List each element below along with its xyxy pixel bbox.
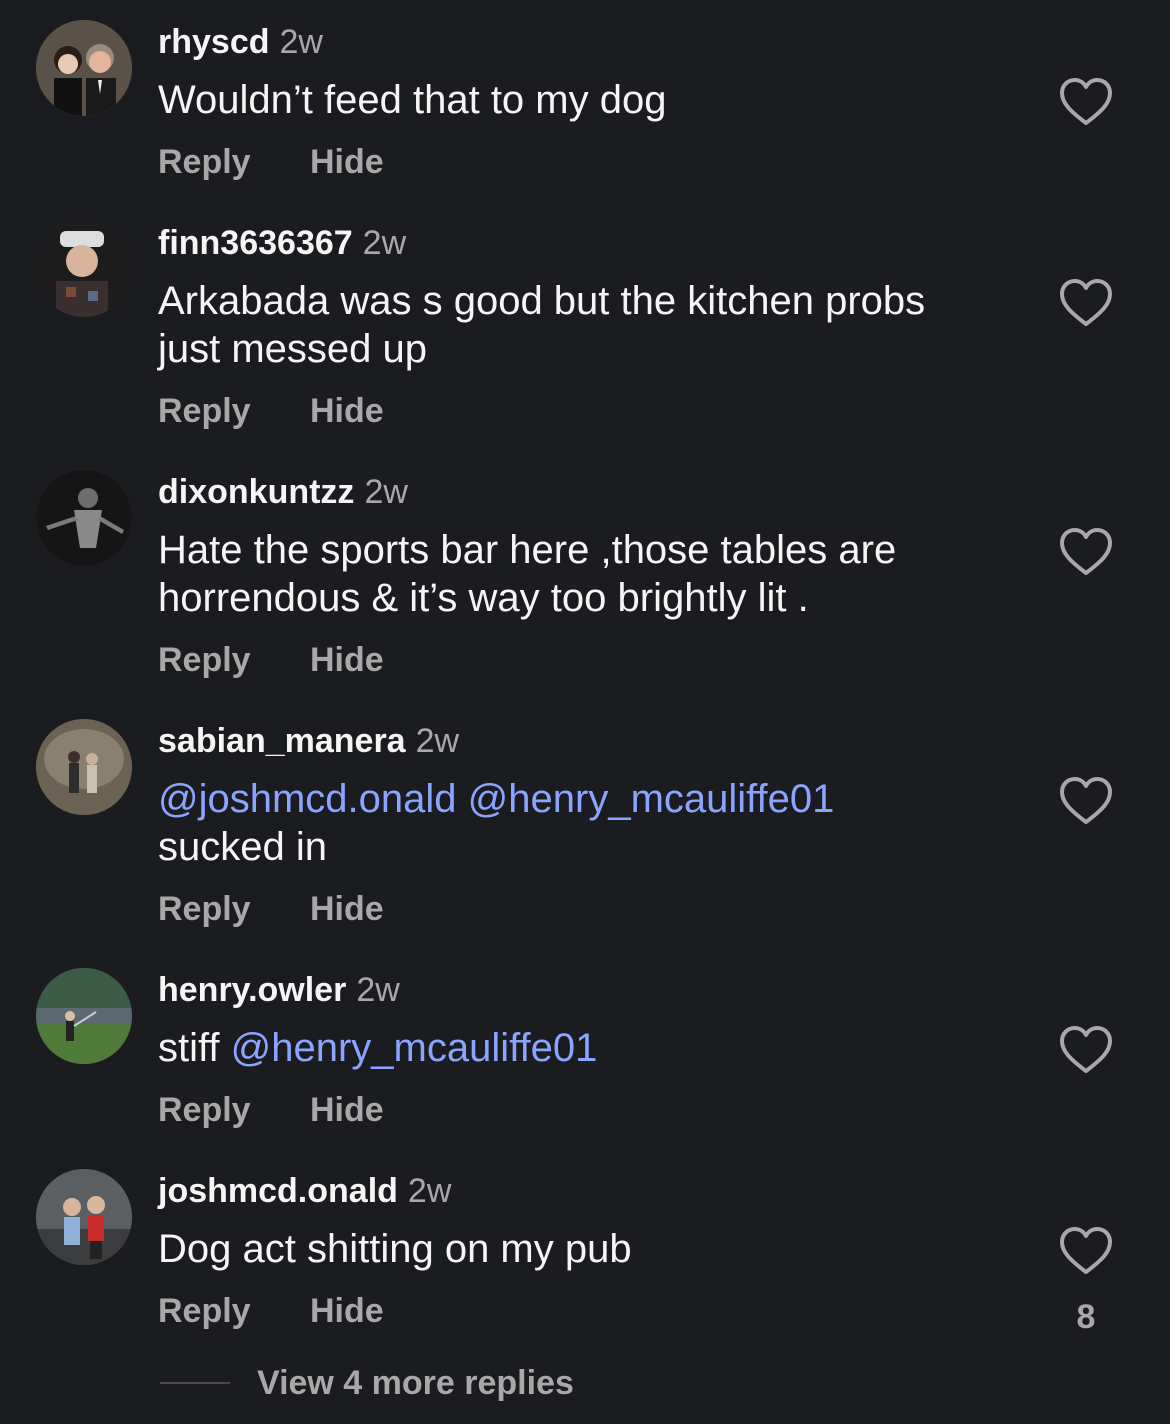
like-count: 8 (1076, 1298, 1096, 1336)
timestamp: 2w (364, 473, 408, 511)
hide-button[interactable]: Hide (310, 391, 384, 431)
reply-button[interactable]: Reply (158, 1291, 310, 1331)
comment-actions: Reply Hide (158, 889, 384, 929)
reply-button[interactable]: Reply (158, 1090, 310, 1130)
heart-icon[interactable] (1058, 277, 1114, 329)
avatar[interactable] (36, 221, 132, 317)
heart-icon[interactable] (1058, 1024, 1114, 1076)
timestamp: 2w (415, 722, 460, 760)
hide-button[interactable]: Hide (310, 1291, 384, 1331)
comment-actions: Reply Hide (158, 1291, 384, 1331)
username[interactable]: finn3636367 (158, 224, 353, 262)
heart-icon[interactable] (1058, 1225, 1114, 1277)
avatar[interactable] (36, 719, 132, 815)
comment-header: rhyscd 2w (158, 22, 323, 62)
hide-button[interactable]: Hide (310, 142, 384, 182)
comment-actions: Reply Hide (158, 640, 384, 680)
comment-header: sabian_manera 2w (158, 721, 459, 761)
comment-text: Wouldn’t feed that to my dog (158, 78, 667, 122)
comment-header: finn3636367 2w (158, 223, 406, 263)
username[interactable]: henry.owler (158, 971, 346, 1009)
username[interactable]: joshmcd.onald (158, 1172, 398, 1210)
mention-link[interactable]: @joshmcd.onald (158, 777, 457, 821)
timestamp: 2w (362, 224, 407, 262)
mention-link[interactable]: @henry_mcauliffe01 (231, 1026, 598, 1070)
comment-header: dixonkuntzz 2w (158, 472, 408, 512)
username[interactable]: dixonkuntzz (158, 473, 354, 511)
avatar[interactable] (36, 1169, 132, 1265)
comment-header: joshmcd.onald 2w (158, 1171, 451, 1211)
heart-icon[interactable] (1058, 526, 1114, 578)
comment-actions: Reply Hide (158, 391, 384, 431)
comment-text: Arkabada was s good but the kitchen prob… (158, 279, 926, 371)
comment-text-body: stiff (158, 1026, 220, 1070)
avatar[interactable] (36, 968, 132, 1064)
mention-link[interactable]: @henry_mcauliffe01 (468, 777, 835, 821)
timestamp: 2w (279, 23, 323, 61)
comment-text: Hate the sports bar here ,those tables a… (158, 528, 897, 620)
heart-icon[interactable] (1058, 76, 1114, 128)
hide-button[interactable]: Hide (310, 889, 384, 929)
comment-actions: Reply Hide (158, 1090, 384, 1130)
comment-actions: Reply Hide (158, 142, 384, 182)
timestamp: 2w (356, 971, 400, 1009)
divider-line (160, 1382, 230, 1384)
timestamp: 2w (407, 1172, 452, 1210)
avatar[interactable] (36, 470, 132, 566)
hide-button[interactable]: Hide (310, 640, 384, 680)
username[interactable]: sabian_manera (158, 722, 406, 760)
avatar[interactable] (36, 20, 132, 116)
view-more-replies-label: View 4 more replies (257, 1364, 574, 1402)
reply-button[interactable]: Reply (158, 640, 310, 680)
heart-icon[interactable] (1058, 775, 1114, 827)
username[interactable]: rhyscd (158, 23, 270, 61)
comment-header: henry.owler 2w (158, 970, 400, 1010)
comment-text: stiff @henry_mcauliffe01 (158, 1024, 1028, 1072)
comment-text: @joshmcd.onald @henry_mcauliffe01 sucked… (158, 775, 1028, 871)
hide-button[interactable]: Hide (310, 1090, 384, 1130)
reply-button[interactable]: Reply (158, 142, 310, 182)
comment-text-body: sucked in (158, 825, 327, 869)
comment-text: Dog act shitting on my pub (158, 1227, 632, 1271)
reply-button[interactable]: Reply (158, 391, 310, 431)
reply-button[interactable]: Reply (158, 889, 310, 929)
